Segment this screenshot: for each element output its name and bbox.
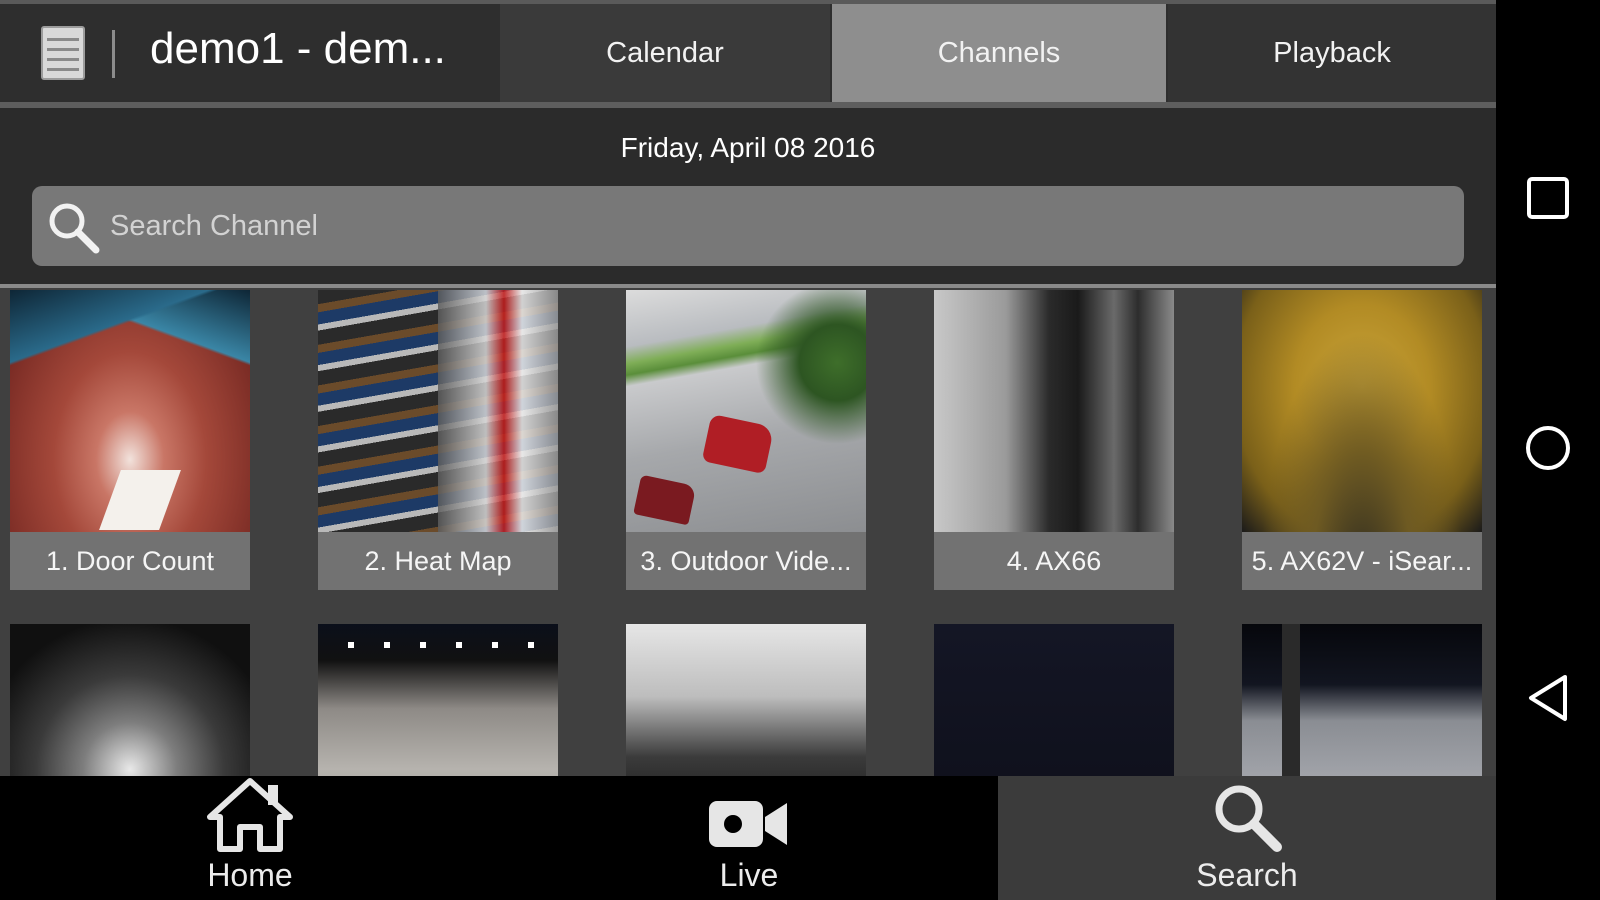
back-triangle-icon	[1525, 673, 1571, 728]
recents-button[interactable]	[1496, 155, 1600, 245]
channel-thumbnail[interactable]	[318, 290, 558, 532]
search-icon	[44, 198, 102, 256]
channel-thumbnail[interactable]	[10, 290, 250, 532]
home-circle-icon	[1523, 423, 1573, 478]
channel-thumbnail[interactable]	[1242, 290, 1482, 532]
nav-home-button[interactable]: Home	[0, 776, 500, 900]
search-input[interactable]	[110, 198, 1440, 254]
nav-search-button[interactable]: Search	[998, 776, 1496, 900]
android-system-bar	[1496, 0, 1600, 900]
channel-tile-2[interactable]: 2. Heat Map	[318, 290, 558, 590]
channel-name: 5. AX62V - iSear...	[1242, 532, 1482, 590]
channel-thumbnail[interactable]	[934, 290, 1174, 532]
channel-grid: 1. Door Count 2. Heat Map 3. Outdoor Vid…	[0, 288, 1496, 866]
channel-name: 4. AX66	[934, 532, 1174, 590]
tab-channels[interactable]: Channels	[832, 4, 1166, 102]
app-screen: demo1 - dem... Calendar Channels Playbac…	[0, 0, 1496, 900]
title-divider	[112, 30, 115, 78]
nav-home-label: Home	[207, 857, 293, 893]
home-icon	[202, 777, 298, 853]
channel-name: 1. Door Count	[10, 532, 250, 590]
nav-live-button[interactable]: Live	[500, 776, 998, 900]
search-box[interactable]	[32, 186, 1464, 266]
channel-name: 2. Heat Map	[318, 532, 558, 590]
channel-tile-5[interactable]: 5. AX62V - iSear...	[1242, 290, 1482, 590]
back-button[interactable]	[1496, 655, 1600, 745]
channel-tile-1[interactable]: 1. Door Count	[10, 290, 250, 590]
menu-button[interactable]	[28, 18, 98, 88]
tab-calendar[interactable]: Calendar	[500, 4, 830, 102]
channel-tile-4[interactable]: 4. AX66	[934, 290, 1174, 590]
channel-tile-3[interactable]: 3. Outdoor Vide...	[626, 290, 866, 590]
nav-live-label: Live	[719, 857, 779, 893]
system-home-button[interactable]	[1496, 405, 1600, 495]
top-bar: demo1 - dem... Calendar Channels Playbac…	[0, 0, 1496, 102]
tab-playback[interactable]: Playback	[1168, 4, 1496, 102]
date-label: Friday, April 08 2016	[620, 132, 876, 163]
nav-search-label: Search	[1196, 857, 1298, 893]
search-icon	[1209, 781, 1285, 853]
recents-icon	[1525, 175, 1571, 226]
bottom-navigation: Home Live Search	[0, 776, 1496, 900]
channel-name: 3. Outdoor Vide...	[626, 532, 866, 590]
video-camera-icon	[707, 793, 791, 853]
channel-thumbnail[interactable]	[626, 290, 866, 532]
date-search-panel: Friday, April 08 2016	[0, 108, 1496, 288]
app-title: demo1 - dem...	[150, 24, 446, 73]
list-menu-icon	[41, 26, 85, 80]
